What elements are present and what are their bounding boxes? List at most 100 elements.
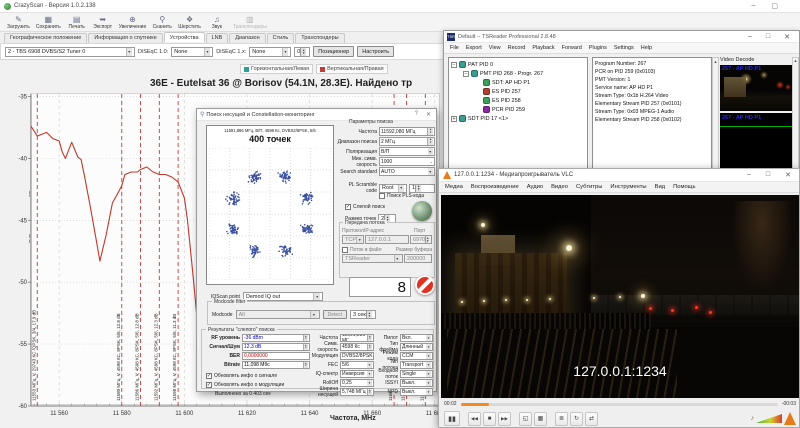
toolbar-button[interactable]: ⚲ Сканить xyxy=(149,14,175,31)
tree-row[interactable]: PAT PID 0 xyxy=(451,60,585,69)
tree-row[interactable]: SDT PID 17 <1> xyxy=(451,114,585,123)
iqscan-select[interactable]: Demod IQ out▼ xyxy=(243,292,323,301)
stop-button[interactable]: ■ xyxy=(483,412,496,426)
diseqc10-select[interactable]: None▼ xyxy=(171,47,213,57)
menu-item[interactable]: Субтитры xyxy=(576,184,602,190)
decode-scrollbar[interactable]: ▲ xyxy=(792,57,799,185)
stop-icon[interactable] xyxy=(415,275,435,295)
maximize-button[interactable]: ▢ xyxy=(771,2,778,10)
menu-item[interactable]: Инструменты xyxy=(610,184,646,190)
menu-item[interactable]: View xyxy=(489,45,501,51)
tab[interactable]: Устройства xyxy=(164,32,205,42)
loop-button[interactable]: ↻ xyxy=(570,412,583,426)
fullscreen-button[interactable]: ◱ xyxy=(519,412,532,426)
toolbar-button[interactable]: ⊕ Увеличение xyxy=(116,14,150,31)
result-dropdown[interactable]: Single xyxy=(400,370,433,378)
toolbar-button[interactable]: ♫ Звук xyxy=(204,14,230,31)
tree-expander-icon[interactable] xyxy=(451,116,457,122)
diseqc1x-select[interactable]: None▼ xyxy=(249,47,291,57)
result-field[interactable]: 5/6 xyxy=(340,361,374,369)
position-stepper[interactable]: 0▲▼ xyxy=(294,47,310,57)
minimize-button[interactable]: – xyxy=(751,2,755,10)
port-field[interactable]: 6970▲▼ xyxy=(410,235,432,244)
reader-select[interactable]: TSReader▼ xyxy=(342,254,403,263)
param-field[interactable]: AUTO xyxy=(379,167,435,176)
menu-item[interactable]: Help xyxy=(641,45,652,51)
param-field[interactable]: В/П xyxy=(379,147,435,156)
seek-slider[interactable] xyxy=(461,403,778,406)
maximize-button[interactable]: □ xyxy=(766,171,770,179)
menu-item[interactable]: Plugins xyxy=(589,45,607,51)
blind-search-checkbox[interactable]: ✓ Слепой поиск xyxy=(345,204,385,210)
result-dropdown[interactable]: Выкл. xyxy=(400,388,433,396)
result-field[interactable]: 11591,886 МГ xyxy=(340,334,374,342)
toolbar-button[interactable]: ✎ Загрузить xyxy=(4,14,33,31)
menu-item[interactable]: Forward xyxy=(562,45,582,51)
menu-item[interactable]: File xyxy=(450,45,459,51)
checkbox-checked-icon[interactable]: ✓ xyxy=(206,373,212,379)
volume-slider[interactable] xyxy=(756,414,782,423)
toolbar-button[interactable]: ▦ Сохранить xyxy=(33,14,64,31)
random-button[interactable]: ⇄ xyxy=(585,412,598,426)
legend-item[interactable]: Горизонтальная/Левая xyxy=(240,64,313,74)
menu-item[interactable]: Settings xyxy=(614,45,634,51)
toolbar-button[interactable]: ▥ Транспондеры xyxy=(230,14,270,31)
result-field[interactable]: DVBS2/8PSK xyxy=(340,352,374,360)
menu-item[interactable]: Playback xyxy=(532,45,554,51)
tree-expander-icon[interactable] xyxy=(463,71,469,77)
close-icon[interactable]: ✕ xyxy=(785,171,791,179)
menu-item[interactable]: Аудио xyxy=(527,184,543,190)
menu-item[interactable]: Видео xyxy=(551,184,568,190)
pls-search-checkbox[interactable]: Поиск PLS-кода xyxy=(379,193,424,199)
result-dropdown[interactable]: Transport xyxy=(400,361,433,369)
playlist-button[interactable]: ≣ xyxy=(555,412,568,426)
tab[interactable]: Диапазон xyxy=(229,33,265,43)
tree-row[interactable]: ES PID 258 xyxy=(475,96,585,105)
buffer-size-field[interactable]: 200000 xyxy=(404,254,432,263)
result-field[interactable]: Инверсия xyxy=(340,370,374,378)
tree-row[interactable]: PMT PID 268 - Progr. 267 xyxy=(463,69,585,78)
speaker-icon[interactable]: ♪ xyxy=(751,415,755,422)
checkbox-checked-icon[interactable]: ✓ xyxy=(206,382,212,388)
configure-button[interactable]: Настроить xyxy=(357,46,394,57)
detect-button[interactable]: Detect xyxy=(323,310,347,319)
tuner-select[interactable]: 2 - TBS 6908 DVBS/S2 Tuner 0▼ xyxy=(5,47,135,57)
video-area[interactable]: 127.0.0.1:1234 xyxy=(441,195,799,398)
tree-row[interactable]: PCR PID 259 xyxy=(475,105,585,114)
ip-field[interactable]: 127.0.0.1 xyxy=(365,235,409,244)
toolbar-button[interactable]: ▤ Печать xyxy=(64,14,90,31)
next-button[interactable]: ▶▶ xyxy=(498,412,511,426)
scroll-up-icon[interactable]: ▲ xyxy=(714,59,718,64)
tab[interactable]: Географическое положение xyxy=(4,33,87,43)
extended-settings-button[interactable]: ▦ xyxy=(534,412,547,426)
update-modulation-info-checkbox[interactable]: ✓ Обновлять инфо о модуляции xyxy=(206,381,310,389)
checkbox-icon[interactable] xyxy=(379,193,385,199)
info-scrollbar[interactable]: ▲▼ xyxy=(712,57,719,185)
menu-item[interactable]: Воспроизведение xyxy=(471,184,519,190)
result-dropdown[interactable]: Длинный xyxy=(400,343,433,351)
previous-button[interactable]: ◀◀ xyxy=(468,412,481,426)
result-dropdown[interactable]: CCM xyxy=(400,352,433,360)
help-button[interactable]: ? xyxy=(415,111,418,118)
update-signal-info-checkbox[interactable]: ✓ Обновлять инфо о сигнале xyxy=(206,372,310,380)
tree-row[interactable]: ES PID 257 xyxy=(475,87,585,96)
menu-item[interactable]: Export xyxy=(466,45,482,51)
menu-item[interactable]: Медиа xyxy=(445,184,463,190)
tab[interactable]: Стиль xyxy=(267,33,295,43)
param-field[interactable]: 1000 xyxy=(379,157,435,166)
spinner-arrows-icon[interactable]: ▲▼ xyxy=(366,311,372,318)
maximize-button[interactable]: □ xyxy=(766,33,770,41)
modcode-select[interactable]: All▼ xyxy=(236,310,320,319)
stream-to-file-checkbox[interactable] xyxy=(342,247,348,253)
result-field[interactable]: -36 dBm xyxy=(242,334,310,342)
result-field[interactable]: 0,25 xyxy=(340,379,374,387)
result-field[interactable]: 12.3 dB xyxy=(242,343,310,351)
toolbar-button[interactable]: ❖ Шерстить xyxy=(175,14,204,31)
result-field[interactable]: 0,0000000 xyxy=(242,352,310,360)
close-icon[interactable]: ✕ xyxy=(784,33,790,41)
result-field[interactable]: 11,098 Мбс xyxy=(242,361,310,369)
minimize-button[interactable]: – xyxy=(748,33,752,41)
pause-button[interactable]: ▮▮ xyxy=(444,411,460,426)
tree-expander-icon[interactable] xyxy=(451,62,457,68)
pl-scramble-value[interactable]: 1▲▼ xyxy=(409,184,435,193)
